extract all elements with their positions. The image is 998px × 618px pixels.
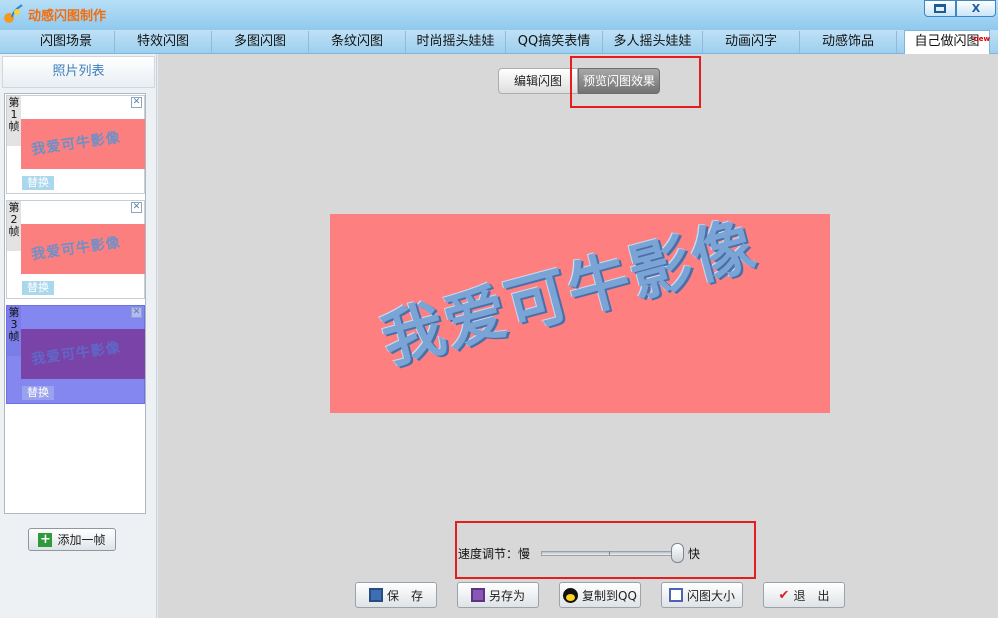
frame-label: 第2帧: [7, 201, 21, 251]
speed-slider-handle[interactable]: [671, 543, 684, 563]
tab-qq-emoji[interactable]: QQ搞笑表情: [506, 31, 603, 53]
save-as-button[interactable]: 另存为: [457, 582, 539, 608]
plus-icon: +: [38, 531, 53, 547]
frame-thumbnail: 我爱可牛影像: [21, 224, 145, 274]
maximize-button[interactable]: [924, 0, 956, 17]
thumbnail-caption: 我爱可牛影像: [30, 129, 122, 159]
tab-stripes[interactable]: 条纹闪图: [309, 31, 406, 53]
slider-tick: [609, 551, 610, 555]
speed-fast-label: 快: [688, 547, 701, 561]
close-icon: X: [971, 2, 981, 15]
replace-button[interactable]: 替换: [22, 176, 54, 190]
photo-list-header: 照片列表: [2, 56, 155, 88]
preview-caption: 我爱可牛影像: [373, 214, 764, 378]
frame-item-2[interactable]: 第2帧 ✕ 我爱可牛影像 替换: [6, 200, 145, 299]
replace-button[interactable]: 替换: [22, 386, 54, 400]
tab-accessories[interactable]: 动感饰品: [800, 31, 897, 53]
sidebar: 照片列表 第1帧 ✕ 我爱可牛影像 替换 第2帧 ✕ 我爱可牛影像 替换 第3帧…: [0, 54, 157, 618]
frame-item-3[interactable]: 第3帧 ✕ 我爱可牛影像 替换: [6, 305, 145, 404]
frame-thumbnail: 我爱可牛影像: [21, 119, 145, 169]
speed-label: 速度调节：慢: [458, 547, 531, 561]
floppy-disk-icon: [368, 588, 383, 602]
new-badge: new: [973, 35, 990, 43]
highlight-box-preview: [570, 56, 701, 108]
main-area: 编辑闪图 预览闪图效果 我爱可牛影像 速度调节：慢 快 保 存 另存为 复制到Q…: [158, 54, 998, 618]
close-icon[interactable]: ✕: [131, 307, 142, 318]
copy-to-qq-button[interactable]: 复制到QQ: [559, 582, 641, 608]
tab-multi-image[interactable]: 多图闪图: [212, 31, 309, 53]
frame-label: 第3帧: [7, 306, 21, 356]
app-logo-icon: [4, 4, 23, 23]
tab-animated-text[interactable]: 动画闪字: [703, 31, 800, 53]
tab-bar: 闪图场景 特效闪图 多图闪图 条纹闪图 时尚摇头娃娃 QQ搞笑表情 多人摇头娃娃…: [0, 30, 998, 55]
exit-button[interactable]: ✔ 退 出: [763, 582, 845, 608]
thumbnail-caption: 我爱可牛影像: [30, 339, 122, 369]
tab-multi-bobblehead[interactable]: 多人摇头娃娃: [603, 31, 703, 53]
add-frame-button[interactable]: + 添加一帧: [28, 528, 116, 551]
close-icon[interactable]: ✕: [131, 202, 142, 213]
image-size-button[interactable]: 闪图大小: [661, 582, 743, 608]
save-button[interactable]: 保 存: [355, 582, 437, 608]
maximize-icon: [934, 4, 946, 13]
tab-scene[interactable]: 闪图场景: [18, 31, 115, 53]
thumbnail-caption: 我爱可牛影像: [30, 234, 122, 264]
app-title: 动感闪图制作: [28, 9, 107, 24]
tab-bobblehead[interactable]: 时尚摇头娃娃: [406, 31, 506, 53]
tab-effects[interactable]: 特效闪图: [115, 31, 212, 53]
checkmark-icon: ✔: [778, 587, 790, 603]
frame-list: 第1帧 ✕ 我爱可牛影像 替换 第2帧 ✕ 我爱可牛影像 替换 第3帧 ✕ 我爱…: [4, 93, 146, 514]
edit-mode-button[interactable]: 编辑闪图: [498, 68, 578, 94]
close-icon[interactable]: ✕: [131, 97, 142, 108]
tab-diy[interactable]: 自己做闪图 new: [904, 30, 990, 55]
frame-item-1[interactable]: 第1帧 ✕ 我爱可牛影像 替换: [6, 95, 145, 194]
frame-label: 第1帧: [7, 96, 21, 146]
speed-slider-track[interactable]: [541, 551, 681, 556]
qq-penguin-icon: [563, 587, 579, 603]
title-bar: 动感闪图制作 X: [0, 0, 998, 30]
save-as-icon: [470, 588, 485, 602]
resize-icon: [668, 588, 683, 602]
close-button[interactable]: X: [956, 0, 996, 17]
preview-canvas: 我爱可牛影像: [330, 214, 830, 413]
replace-button[interactable]: 替换: [22, 281, 54, 295]
frame-thumbnail: 我爱可牛影像: [21, 329, 145, 379]
